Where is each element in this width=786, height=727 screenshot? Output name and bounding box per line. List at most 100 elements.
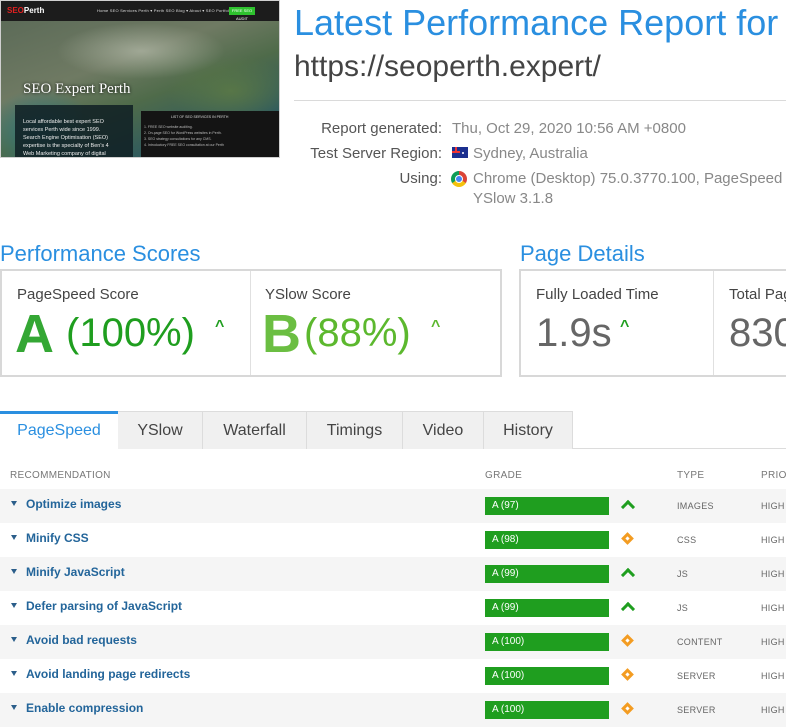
report-tabs: PageSpeed YSlow Waterfall Timings Video … bbox=[0, 411, 786, 449]
tab-video[interactable]: Video bbox=[403, 411, 484, 449]
priority-cell: HIGH bbox=[761, 705, 785, 715]
using-label: Using: bbox=[399, 170, 442, 187]
grade-bar: A (97) bbox=[485, 497, 609, 515]
expand-arrow-icon[interactable] bbox=[11, 705, 17, 710]
thumb-text-line: Local affordable best expert SEO bbox=[23, 119, 104, 125]
using-value: Chrome (Desktop) 75.0.3770.100, PageSpee… bbox=[473, 170, 783, 187]
thumb-panel-title: LIST OF SEO SERVICES IN PERTH bbox=[171, 115, 229, 119]
expand-arrow-icon[interactable] bbox=[11, 535, 17, 540]
thumb-text-line: services Perth wide since 1999. bbox=[23, 127, 101, 133]
yslow-up-icon: ^ bbox=[431, 318, 441, 335]
recommendation-name[interactable]: Optimize images bbox=[26, 497, 121, 511]
table-row[interactable]: Avoid bad requests A (100) CONTENT HIGH bbox=[0, 625, 786, 659]
table-row[interactable]: Avoid landing page redirects A (100) SER… bbox=[0, 659, 786, 693]
col-priority[interactable]: PRIO bbox=[761, 470, 786, 481]
yslow-percent: (88%) bbox=[304, 311, 411, 355]
type-cell: CSS bbox=[677, 535, 697, 545]
trend-up-icon bbox=[621, 599, 635, 613]
table-row[interactable]: Minify CSS A (98) CSS HIGH bbox=[0, 523, 786, 557]
yslow-score-label: YSlow Score bbox=[265, 286, 351, 303]
report-generated-label: Report generated: bbox=[321, 120, 442, 137]
australia-flag-icon bbox=[452, 147, 468, 158]
col-recommendation[interactable]: RECOMMENDATION bbox=[10, 470, 111, 481]
thumb-panel-line: 3. SEO strategy consultations for any CM… bbox=[144, 137, 212, 141]
trend-up-icon bbox=[621, 565, 635, 579]
chrome-browser-icon bbox=[451, 171, 467, 187]
tab-waterfall[interactable]: Waterfall bbox=[203, 411, 307, 449]
expand-arrow-icon[interactable] bbox=[11, 501, 17, 506]
recommendation-name[interactable]: Avoid landing page redirects bbox=[26, 667, 190, 681]
total-page-value: 830 bbox=[729, 311, 786, 355]
type-cell: SERVER bbox=[677, 671, 716, 681]
fully-loaded-up-icon: ^ bbox=[620, 318, 630, 335]
thumb-panel-line: 1. FREE SEO website auditing. bbox=[144, 125, 193, 129]
region-label: Test Server Region: bbox=[310, 145, 442, 162]
report-generated-value: Thu, Oct 29, 2020 10:56 AM +0800 bbox=[452, 120, 686, 137]
thumb-text-line: Search Engine Optimisation (SEO) bbox=[23, 135, 108, 141]
grade-bar: A (98) bbox=[485, 531, 609, 549]
thumb-panel-line: 2. On-page SEO for WordPress websites in… bbox=[144, 131, 222, 135]
report-url[interactable]: https://seoperth.expert/ bbox=[294, 50, 601, 84]
expand-arrow-icon[interactable] bbox=[11, 671, 17, 676]
thumb-text-line: Web Marketing company of digital bbox=[23, 151, 106, 157]
col-type[interactable]: TYPE bbox=[677, 470, 704, 481]
fully-loaded-label: Fully Loaded Time bbox=[536, 286, 659, 303]
thumb-text-line: expertise is the specialty of Ben's 4 bbox=[23, 143, 109, 149]
priority-cell: HIGH bbox=[761, 535, 785, 545]
pagespeed-score-label: PageSpeed Score bbox=[17, 286, 139, 303]
thumb-nav-links: Home SEO Services Perth ▾ Perth SEO Blog… bbox=[97, 8, 233, 13]
yslow-grade: B bbox=[262, 304, 301, 364]
recommendation-name[interactable]: Defer parsing of JavaScript bbox=[26, 599, 182, 613]
type-cell: IMAGES bbox=[677, 501, 714, 511]
priority-cell: HIGH bbox=[761, 569, 785, 579]
grade-bar: A (100) bbox=[485, 701, 609, 719]
neutral-diamond-icon bbox=[621, 634, 634, 647]
region-value: Sydney, Australia bbox=[473, 145, 588, 162]
thumb-hero-title: SEO Expert Perth bbox=[23, 81, 131, 97]
using-value-cont: YSlow 3.1.8 bbox=[473, 190, 554, 207]
thumb-logo: SEOPerth bbox=[7, 6, 45, 15]
details-divider bbox=[713, 271, 714, 375]
table-row[interactable]: Minify JavaScript A (99) JS HIGH bbox=[0, 557, 786, 591]
page-details-title: Page Details bbox=[520, 241, 645, 266]
site-screenshot-thumbnail[interactable]: SEOPerth Home SEO Services Perth ▾ Perth… bbox=[0, 0, 280, 158]
thumb-panel-line: 4. Introductory FREE SEO consultation at… bbox=[144, 143, 224, 147]
recommendation-name[interactable]: Minify CSS bbox=[26, 531, 89, 545]
header-divider bbox=[294, 100, 786, 101]
tab-timings[interactable]: Timings bbox=[307, 411, 403, 449]
table-row[interactable]: Defer parsing of JavaScript A (99) JS HI… bbox=[0, 591, 786, 625]
tab-history[interactable]: History bbox=[484, 411, 573, 449]
priority-cell: HIGH bbox=[761, 501, 785, 511]
grade-bar: A (100) bbox=[485, 633, 609, 651]
thumb-nav-button: FREE SEO AUDIT bbox=[229, 7, 255, 21]
fully-loaded-value: 1.9s bbox=[536, 311, 612, 355]
type-cell: JS bbox=[677, 569, 689, 579]
priority-cell: HIGH bbox=[761, 671, 785, 681]
recommendation-name[interactable]: Minify JavaScript bbox=[26, 565, 125, 579]
report-title: Latest Performance Report for bbox=[294, 2, 779, 43]
tab-baseline bbox=[573, 448, 786, 449]
col-grade[interactable]: GRADE bbox=[485, 470, 522, 481]
grade-bar: A (100) bbox=[485, 667, 609, 685]
table-row[interactable]: Enable compression A (100) SERVER HIGH bbox=[0, 693, 786, 727]
expand-arrow-icon[interactable] bbox=[11, 603, 17, 608]
tab-pagespeed[interactable]: PageSpeed bbox=[0, 411, 118, 449]
grade-bar: A (99) bbox=[485, 565, 609, 583]
type-cell: CONTENT bbox=[677, 637, 723, 647]
expand-arrow-icon[interactable] bbox=[11, 637, 17, 642]
type-cell: JS bbox=[677, 603, 689, 613]
total-page-label: Total Pag bbox=[729, 286, 786, 303]
neutral-diamond-icon bbox=[621, 668, 634, 681]
scores-divider bbox=[250, 271, 251, 375]
type-cell: SERVER bbox=[677, 705, 716, 715]
expand-arrow-icon[interactable] bbox=[11, 569, 17, 574]
table-row[interactable]: Optimize images A (97) IMAGES HIGH bbox=[0, 489, 786, 523]
pagespeed-grade: A bbox=[15, 304, 54, 364]
grade-bar: A (99) bbox=[485, 599, 609, 617]
pagespeed-up-icon: ^ bbox=[215, 318, 225, 335]
trend-up-icon bbox=[621, 497, 635, 511]
neutral-diamond-icon bbox=[621, 532, 634, 545]
priority-cell: HIGH bbox=[761, 637, 785, 647]
recommendation-name[interactable]: Avoid bad requests bbox=[26, 633, 137, 647]
tab-yslow[interactable]: YSlow bbox=[118, 411, 203, 449]
